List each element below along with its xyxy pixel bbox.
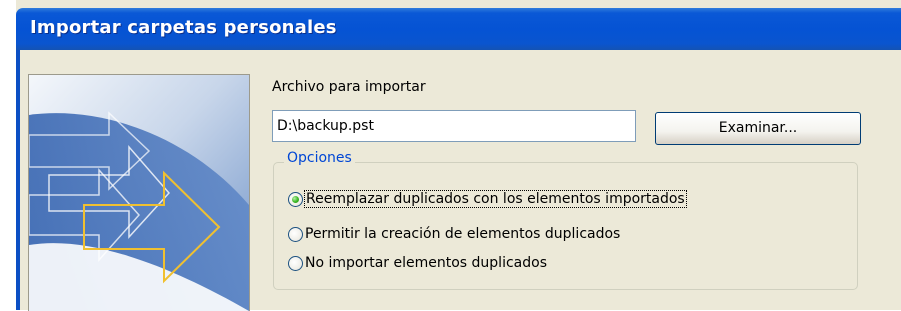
options-legend: Opciones bbox=[284, 150, 355, 166]
option-allow-duplicates[interactable]: Permitir la creación de elementos duplic… bbox=[288, 222, 620, 246]
file-to-import-label: Archivo para importar bbox=[272, 79, 426, 95]
radio-replace-duplicates[interactable] bbox=[288, 191, 303, 207]
radio-allow-duplicates[interactable] bbox=[288, 226, 303, 242]
radio-no-duplicates[interactable] bbox=[288, 255, 303, 271]
option-no-duplicates-label: No importar elementos duplicados bbox=[305, 255, 547, 271]
import-arrows-icon bbox=[29, 75, 249, 311]
option-allow-duplicates-label: Permitir la creación de elementos duplic… bbox=[305, 226, 621, 242]
title-bar[interactable]: Importar carpetas personales bbox=[16, 8, 901, 50]
window-title: Importar carpetas personales bbox=[30, 17, 337, 38]
file-path-input[interactable] bbox=[272, 110, 636, 142]
browse-button[interactable]: Examinar... bbox=[655, 112, 861, 145]
option-replace-duplicates[interactable]: Reemplazar duplicados con los elementos … bbox=[288, 187, 687, 211]
wizard-illustration bbox=[28, 74, 250, 311]
option-no-duplicates[interactable]: No importar elementos duplicados bbox=[288, 251, 547, 275]
option-replace-duplicates-label: Reemplazar duplicados con los elementos … bbox=[304, 190, 687, 208]
window-frame-left bbox=[16, 50, 20, 310]
